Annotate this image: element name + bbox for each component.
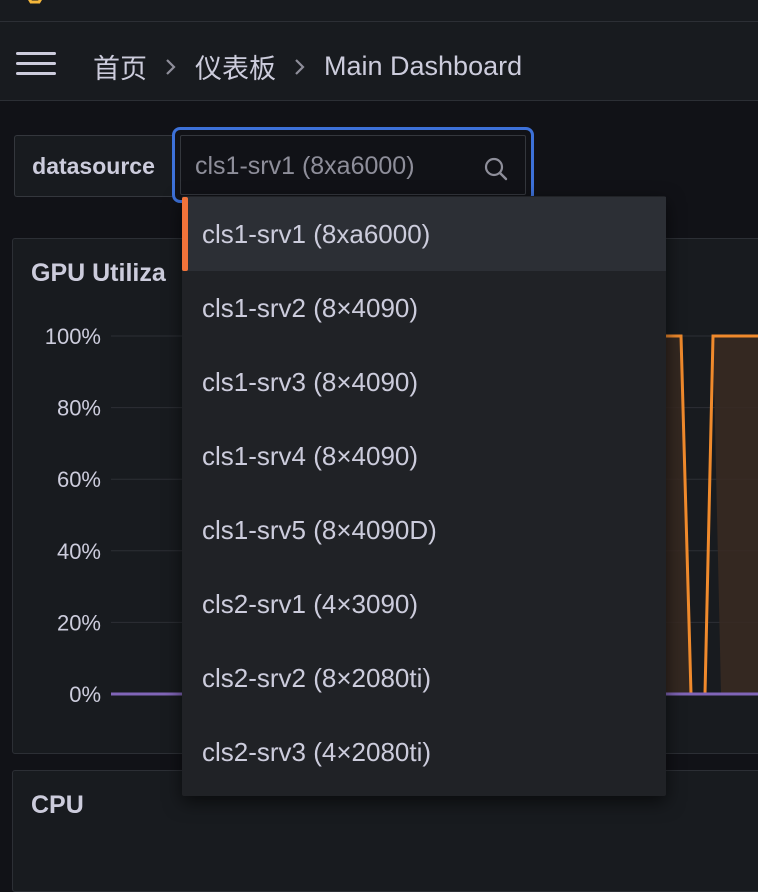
dropdown-option[interactable]: cls2-srv3 (4×2080ti) (182, 715, 666, 789)
search-icon (484, 157, 508, 181)
y-tick-label: 60% (57, 467, 101, 492)
dropdown-option[interactable]: cls2-srv1 (4×3090) (182, 567, 666, 641)
datasource-dropdown: cls1-srv1 (8xa6000) cls1-srv2 (8×4090) cls… (182, 196, 666, 796)
chevron-right-icon (294, 58, 306, 76)
dropdown-option[interactable]: cls1-srv4 (8×4090) (182, 419, 666, 493)
top-strip (0, 0, 758, 22)
panel-title: CPU (31, 791, 84, 819)
chevron-right-icon (165, 58, 177, 76)
dropdown-option[interactable]: cls1-srv3 (8×4090) (182, 345, 666, 419)
dropdown-option[interactable]: cls1-srv5 (8×4090D) (182, 493, 666, 567)
datasource-search-input[interactable] (195, 152, 465, 181)
star-icon[interactable] (22, 0, 48, 6)
datasource-select[interactable] (172, 127, 534, 203)
y-tick-label: 80% (57, 396, 101, 421)
dropdown-option[interactable]: cls2-srv2 (8×2080ti) (182, 641, 666, 715)
breadcrumb-dashboards[interactable]: 仪表板 (195, 47, 276, 86)
dropdown-option[interactable]: cls1-srv1 (8xa6000) (182, 197, 666, 271)
variable-label: datasource (14, 135, 172, 197)
y-tick-label: 20% (57, 610, 101, 635)
menu-icon[interactable] (16, 52, 56, 84)
breadcrumb-home[interactable]: 首页 (93, 47, 147, 86)
y-tick-label: 40% (57, 539, 101, 564)
breadcrumb: 首页 仪表板 Main Dashboard (93, 47, 522, 86)
breadcrumb-current: Main Dashboard (324, 51, 523, 81)
top-navbar: 首页 仪表板 Main Dashboard (0, 22, 758, 101)
y-tick-label: 0% (69, 682, 101, 707)
y-tick-label: 100% (45, 324, 101, 349)
dropdown-option[interactable]: cls1-srv2 (8×4090) (182, 271, 666, 345)
